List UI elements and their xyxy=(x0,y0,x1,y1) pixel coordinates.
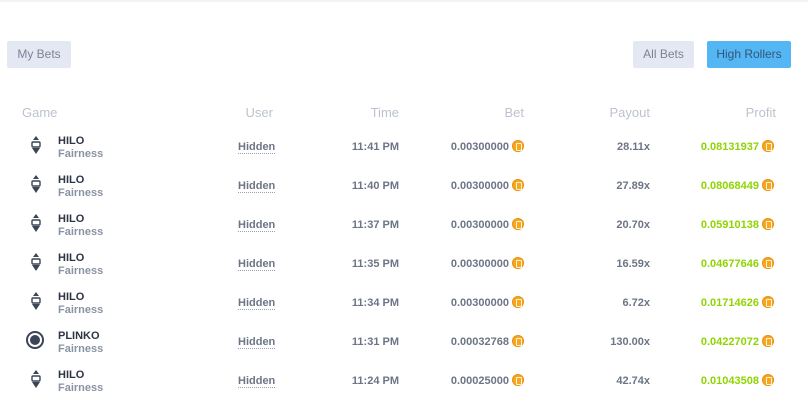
game-name[interactable]: HILO xyxy=(58,213,84,225)
game-name[interactable]: PLINKO xyxy=(58,330,100,342)
bitcoin-icon xyxy=(762,374,774,386)
my-bets-button[interactable]: My Bets xyxy=(7,41,71,68)
game-name[interactable]: HILO xyxy=(58,174,84,186)
table-row: HILO Fairness Hidden 11:40 PM 0.00300000 27.8… xyxy=(0,174,808,217)
column-header-profit: Profit xyxy=(745,105,776,120)
fairness-link[interactable]: Fairness xyxy=(58,226,103,238)
bitcoin-icon xyxy=(762,296,774,308)
bitcoin-icon xyxy=(512,335,524,347)
bet-amount: 0.00300000 xyxy=(450,297,509,309)
bitcoin-icon xyxy=(762,140,774,152)
bet-time: 11:24 PM xyxy=(351,375,399,387)
all-bets-button[interactable]: All Bets xyxy=(633,41,694,68)
column-header-user: User xyxy=(245,105,273,120)
hilo-icon xyxy=(29,174,43,199)
plinko-icon xyxy=(25,330,45,355)
bitcoin-icon xyxy=(762,179,774,191)
bet-amount: 0.00032768 xyxy=(450,336,509,348)
hilo-icon xyxy=(29,252,43,277)
bet-amount: 0.00300000 xyxy=(450,180,509,192)
profit-amount: 0.01714626 xyxy=(700,297,759,309)
user-hidden[interactable]: Hidden xyxy=(238,336,276,349)
fairness-link[interactable]: Fairness xyxy=(58,265,103,277)
profit-amount: 0.04677646 xyxy=(700,258,759,270)
bet-amount: 0.00300000 xyxy=(450,258,509,270)
hilo-icon xyxy=(29,213,43,238)
bitcoin-icon xyxy=(512,140,524,152)
table-row: HILO Fairness Hidden 11:35 PM 0.00300000 16.5… xyxy=(0,252,808,295)
profit-amount: 0.05910138 xyxy=(700,219,759,231)
table-row: PLINKO Fairness Hidden 11:31 PM 0.00032768 13… xyxy=(0,330,808,373)
table-row: HILO Fairness Hidden 11:37 PM 0.00300000 20.7… xyxy=(0,213,808,256)
bet-time: 11:37 PM xyxy=(351,219,399,231)
bet-amount: 0.00300000 xyxy=(450,219,509,231)
hilo-icon xyxy=(29,369,43,394)
payout-multiplier: 16.59x xyxy=(616,258,650,270)
profit-amount: 0.08131937 xyxy=(700,141,759,153)
payout-multiplier: 28.11x xyxy=(616,141,650,153)
hilo-icon xyxy=(29,135,43,160)
profit-amount: 0.04227072 xyxy=(700,336,759,348)
top-divider xyxy=(0,0,808,2)
payout-multiplier: 42.74x xyxy=(616,375,650,387)
hilo-icon xyxy=(29,291,43,316)
game-name[interactable]: HILO xyxy=(58,291,84,303)
bitcoin-icon xyxy=(762,257,774,269)
table-row: HILO Fairness Hidden 11:24 PM 0.00025000 42.7… xyxy=(0,369,808,412)
bitcoin-icon xyxy=(762,218,774,230)
bitcoin-icon xyxy=(512,218,524,230)
fairness-link[interactable]: Fairness xyxy=(58,304,103,316)
high-rollers-button[interactable]: High Rollers xyxy=(707,41,791,68)
bet-time: 11:31 PM xyxy=(351,336,399,348)
profit-amount: 0.01043508 xyxy=(700,375,759,387)
game-name[interactable]: HILO xyxy=(58,369,84,381)
bitcoin-icon xyxy=(512,296,524,308)
bet-time: 11:41 PM xyxy=(351,141,399,153)
table-row: HILO Fairness Hidden 11:34 PM 0.00300000 6.72… xyxy=(0,291,808,334)
column-header-bet: Bet xyxy=(504,105,524,120)
bitcoin-icon xyxy=(512,374,524,386)
fairness-link[interactable]: Fairness xyxy=(58,148,103,160)
bet-time: 11:35 PM xyxy=(351,258,399,270)
user-hidden[interactable]: Hidden xyxy=(238,375,276,388)
profit-amount: 0.08068449 xyxy=(700,180,759,192)
bitcoin-icon xyxy=(512,179,524,191)
bet-amount: 0.00025000 xyxy=(450,375,509,387)
bet-amount: 0.00300000 xyxy=(450,141,509,153)
game-name[interactable]: HILO xyxy=(58,135,84,147)
bitcoin-icon xyxy=(762,335,774,347)
user-hidden[interactable]: Hidden xyxy=(238,180,276,193)
fairness-link[interactable]: Fairness xyxy=(58,187,103,199)
payout-multiplier: 20.70x xyxy=(616,219,650,231)
user-hidden[interactable]: Hidden xyxy=(238,141,276,154)
bet-time: 11:34 PM xyxy=(351,297,399,309)
payout-multiplier: 6.72x xyxy=(622,297,650,309)
payout-multiplier: 27.89x xyxy=(616,180,650,192)
user-hidden[interactable]: Hidden xyxy=(238,258,276,271)
table-row: HILO Fairness Hidden 11:41 PM 0.00300000 28.1… xyxy=(0,135,808,178)
column-header-game: Game xyxy=(22,105,58,120)
payout-multiplier: 130.00x xyxy=(610,336,650,348)
bet-time: 11:40 PM xyxy=(351,180,399,192)
column-header-time: Time xyxy=(370,105,399,120)
fairness-link[interactable]: Fairness xyxy=(58,382,103,394)
bitcoin-icon xyxy=(512,257,524,269)
user-hidden[interactable]: Hidden xyxy=(238,297,276,310)
user-hidden[interactable]: Hidden xyxy=(238,219,276,232)
fairness-link[interactable]: Fairness xyxy=(58,343,103,355)
column-header-payout: Payout xyxy=(609,105,650,120)
game-name[interactable]: HILO xyxy=(58,252,84,264)
